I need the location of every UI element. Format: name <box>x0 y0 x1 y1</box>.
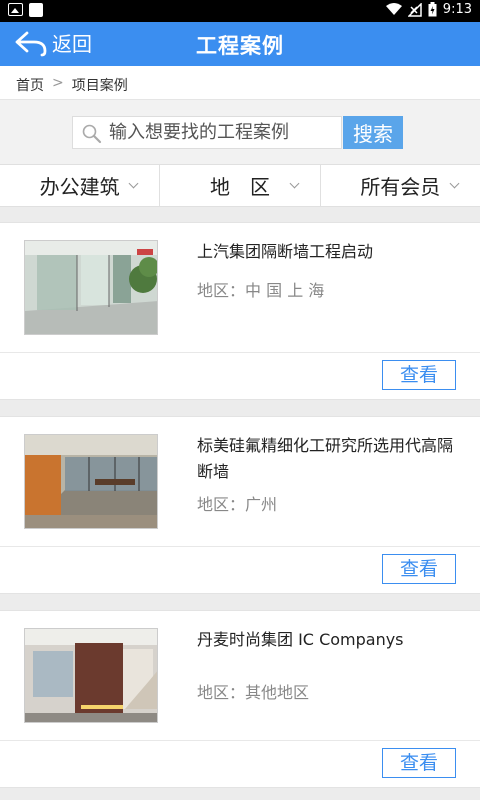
filter-region[interactable]: 地 区 <box>160 165 321 206</box>
filter-member[interactable]: 所有会员 <box>321 165 480 206</box>
battery-icon <box>428 2 437 17</box>
case-region: 地区：中 国 上 海 <box>197 277 324 301</box>
search-bar: 搜索 <box>0 100 480 164</box>
search-box <box>72 116 342 149</box>
view-button[interactable]: 查看 <box>382 554 456 584</box>
case-card: 标美硅氟精细化工研究所选用代高隔断墙 地区：广州 查看 <box>0 416 480 594</box>
case-region: 地区：其他地区 <box>197 679 309 703</box>
breadcrumb: 首页 > 项目案例 <box>0 66 480 100</box>
no-signal-icon <box>407 2 422 17</box>
chevron-down-icon <box>449 178 460 189</box>
case-item[interactable]: 上汽集团隔断墙工程启动 地区：中 国 上 海 <box>0 223 480 353</box>
view-button[interactable]: 查看 <box>382 360 456 390</box>
region-label: 地区： <box>197 683 246 702</box>
app-bar: 返回 工程案例 <box>0 22 480 66</box>
filter-label: 所有会员 <box>360 175 441 199</box>
image-icon <box>8 3 23 16</box>
chevron-down-icon <box>128 178 139 189</box>
region-value: 其他地区 <box>245 683 310 702</box>
case-region: 地区：广州 <box>197 491 277 515</box>
search-button[interactable]: 搜索 <box>343 116 403 149</box>
case-thumbnail <box>24 434 158 529</box>
case-card: 上汽集团隔断墙工程启动 地区：中 国 上 海 查看 <box>0 222 480 400</box>
notification-square-icon <box>29 3 43 17</box>
filter-bar: 办公建筑 地 区 所有会员 <box>0 164 480 207</box>
search-icon <box>82 124 102 144</box>
region-value: 广州 <box>245 495 278 514</box>
case-thumbnail <box>24 628 158 723</box>
status-bar: 9:13 <box>0 0 480 22</box>
region-label: 地区： <box>197 495 246 514</box>
breadcrumb-current: 项目案例 <box>71 78 128 94</box>
region-value: 中 国 上 海 <box>245 281 325 300</box>
breadcrumb-home[interactable]: 首页 <box>16 75 44 99</box>
view-button[interactable]: 查看 <box>382 748 456 778</box>
wifi-icon <box>385 3 402 15</box>
page-title: 工程案例 <box>196 34 284 58</box>
filter-building-type[interactable]: 办公建筑 <box>0 165 161 206</box>
case-item[interactable]: 丹麦时尚集团 IC Companys 地区：其他地区 <box>0 611 480 741</box>
case-card: 丹麦时尚集团 IC Companys 地区：其他地区 查看 <box>0 610 480 788</box>
search-input[interactable] <box>109 117 339 148</box>
case-title: 上汽集团隔断墙工程启动 <box>197 242 374 261</box>
case-title: 标美硅氟精细化工研究所选用代高隔断墙 <box>197 436 454 481</box>
filter-label: 地 区 <box>209 175 270 199</box>
chevron-down-icon <box>289 178 300 189</box>
case-thumbnail <box>24 240 158 335</box>
breadcrumb-separator: > <box>52 75 64 91</box>
case-item[interactable]: 标美硅氟精细化工研究所选用代高隔断墙 地区：广州 <box>0 417 480 547</box>
case-title: 丹麦时尚集团 IC Companys <box>197 630 404 649</box>
clock: 9:13 <box>442 2 472 17</box>
region-label: 地区： <box>197 281 246 300</box>
filter-label: 办公建筑 <box>39 175 120 199</box>
